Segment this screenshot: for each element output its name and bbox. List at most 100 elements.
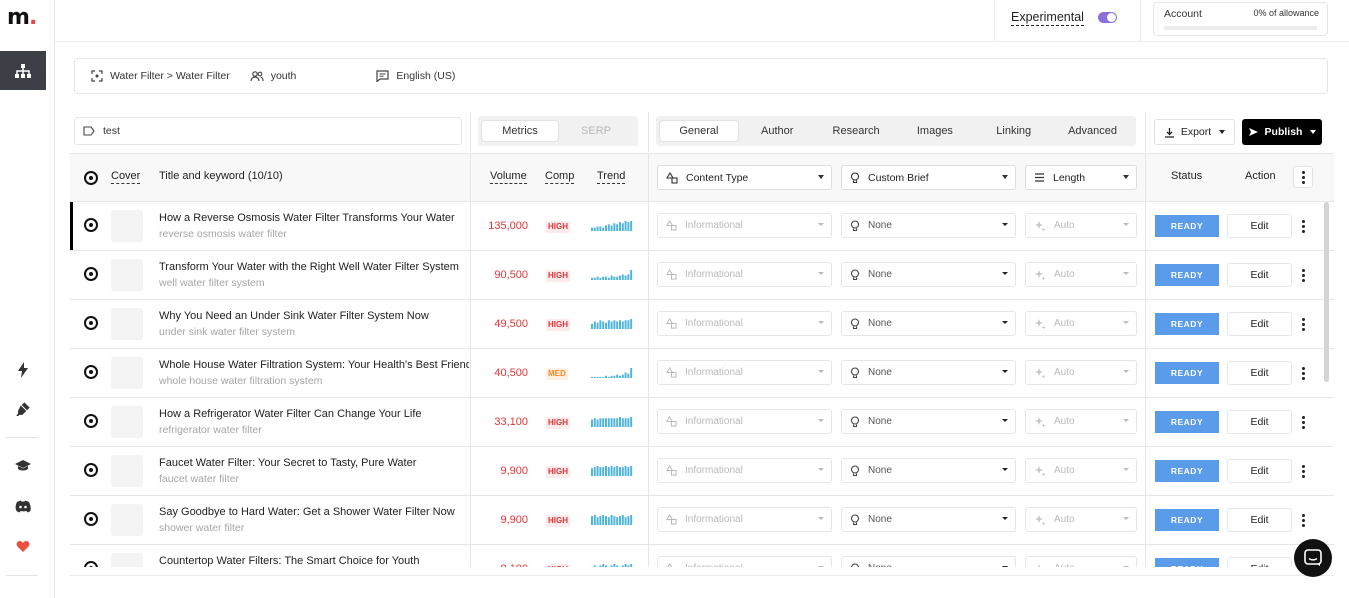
cover-thumbnail[interactable] (111, 210, 143, 242)
row-length-dropdown[interactable]: Auto (1025, 360, 1137, 385)
tag-input[interactable]: test (74, 117, 462, 145)
trend-bar (616, 466, 619, 476)
row-content-type-dropdown[interactable]: Informational (657, 311, 832, 336)
audience-info[interactable]: youth (250, 70, 357, 82)
row-more-menu[interactable] (1293, 460, 1313, 482)
row-more-menu[interactable] (1293, 313, 1313, 335)
custom-brief-dropdown[interactable]: Custom Brief (841, 165, 1016, 190)
app-logo[interactable]: m. (7, 5, 37, 30)
edit-button[interactable]: Edit (1227, 214, 1292, 238)
length-dropdown[interactable]: Length (1025, 165, 1137, 190)
cover-thumbnail[interactable] (111, 406, 143, 438)
row-content-type-dropdown[interactable]: Informational (657, 262, 832, 287)
edit-button[interactable]: Edit (1227, 557, 1292, 567)
chat-launcher-button[interactable] (1294, 539, 1332, 577)
language-info[interactable]: English (US) (376, 70, 455, 82)
row-brief-dropdown[interactable]: None (841, 507, 1016, 532)
row-brief-dropdown[interactable]: None (841, 409, 1016, 434)
row-select-radio[interactable] (84, 463, 98, 477)
article-title[interactable]: Countertop Water Filters: The Smart Choi… (159, 555, 469, 567)
article-title[interactable]: Faucet Water Filter: Your Secret to Tast… (159, 457, 469, 469)
experimental-toggle[interactable] (1098, 12, 1117, 23)
article-title[interactable]: Say Goodbye to Hard Water: Get a Shower … (159, 506, 469, 518)
sidebar-item-lightning[interactable] (13, 360, 33, 380)
row-select-radio[interactable] (84, 365, 98, 379)
tab-images[interactable]: Images (895, 121, 974, 141)
cover-thumbnail[interactable] (111, 357, 143, 389)
row-brief-dropdown[interactable]: None (841, 311, 1016, 336)
row-length-dropdown[interactable]: Auto (1025, 409, 1137, 434)
article-title[interactable]: Whole House Water Filtration System: You… (159, 359, 469, 371)
header-title: Title and keyword (10/10) (159, 170, 283, 182)
sidebar-item-academy[interactable] (13, 456, 33, 476)
article-title[interactable]: How a Refrigerator Water Filter Can Chan… (159, 408, 469, 420)
tab-linking[interactable]: Linking (974, 121, 1053, 141)
tab-advanced[interactable]: Advanced (1053, 121, 1132, 141)
header-volume[interactable]: Volume (490, 170, 527, 184)
row-length-dropdown[interactable]: Auto (1025, 213, 1137, 238)
row-select-radio[interactable] (84, 218, 98, 232)
row-content-type-dropdown[interactable]: Informational (657, 507, 832, 532)
topic-info[interactable]: Water Filter > Water Filter (91, 70, 230, 82)
publish-button[interactable]: Publish (1242, 119, 1322, 145)
edit-button[interactable]: Edit (1227, 361, 1292, 385)
row-length-dropdown[interactable]: Auto (1025, 311, 1137, 336)
tab-serp[interactable]: SERP (558, 121, 634, 141)
row-brief-dropdown[interactable]: None (841, 458, 1016, 483)
row-select-radio[interactable] (84, 414, 98, 428)
sidebar-item-integrations[interactable] (13, 399, 33, 419)
table-scrollbar[interactable] (1324, 202, 1329, 382)
row-content-type-dropdown[interactable]: Informational (657, 409, 832, 434)
article-title[interactable]: How a Reverse Osmosis Water Filter Trans… (159, 212, 469, 224)
row-select-radio[interactable] (84, 267, 98, 281)
row-length-dropdown[interactable]: Auto (1025, 507, 1137, 532)
row-length-dropdown[interactable]: Auto (1025, 262, 1137, 287)
cover-thumbnail[interactable] (111, 553, 143, 567)
tab-author[interactable]: Author (738, 121, 817, 141)
row-brief-dropdown[interactable]: None (841, 262, 1016, 287)
edit-button[interactable]: Edit (1227, 508, 1292, 532)
row-more-menu[interactable] (1293, 264, 1313, 286)
header-comp[interactable]: Comp (545, 170, 575, 184)
sidebar-item-favorites[interactable] (13, 536, 33, 556)
trend-bar (602, 418, 605, 427)
article-title[interactable]: Transform Your Water with the Right Well… (159, 261, 469, 273)
content-type-dropdown[interactable]: Content Type (657, 165, 832, 190)
row-select-radio[interactable] (84, 561, 98, 567)
row-content-type-dropdown[interactable]: Informational (657, 213, 832, 238)
edit-button[interactable]: Edit (1227, 410, 1292, 434)
edit-button[interactable]: Edit (1227, 312, 1292, 336)
row-more-menu[interactable] (1293, 509, 1313, 531)
row-content-type-dropdown[interactable]: Informational (657, 458, 832, 483)
edit-button[interactable]: Edit (1227, 459, 1292, 483)
row-content-type-dropdown[interactable]: Informational (657, 556, 832, 567)
edit-button[interactable]: Edit (1227, 263, 1292, 287)
row-more-menu[interactable] (1293, 411, 1313, 433)
row-length-dropdown[interactable]: Auto (1025, 458, 1137, 483)
cover-thumbnail[interactable] (111, 259, 143, 291)
cover-thumbnail[interactable] (111, 308, 143, 340)
cover-thumbnail[interactable] (111, 455, 143, 487)
account-panel[interactable]: Account 0% of allowance (1153, 2, 1328, 36)
article-title[interactable]: Why You Need an Under Sink Water Filter … (159, 310, 469, 322)
header-trend[interactable]: Trend (597, 170, 626, 184)
row-select-radio[interactable] (84, 316, 98, 330)
row-length-dropdown[interactable]: Auto (1025, 556, 1137, 567)
tab-general[interactable]: General (660, 121, 738, 141)
row-brief-dropdown[interactable]: None (841, 556, 1016, 567)
tab-research[interactable]: Research (817, 121, 896, 141)
sidebar-item-discord[interactable] (13, 497, 33, 517)
tab-metrics[interactable]: Metrics (482, 121, 558, 141)
export-button[interactable]: Export (1154, 119, 1235, 145)
cover-thumbnail[interactable] (111, 504, 143, 536)
row-more-menu[interactable] (1293, 362, 1313, 384)
header-cover[interactable]: Cover (111, 170, 141, 184)
sidebar-item-content-plans[interactable] (0, 51, 46, 90)
select-all-radio[interactable] (84, 171, 98, 185)
row-select-radio[interactable] (84, 512, 98, 526)
row-more-menu[interactable] (1293, 215, 1313, 237)
row-content-type-dropdown[interactable]: Informational (657, 360, 832, 385)
row-brief-dropdown[interactable]: None (841, 360, 1016, 385)
row-brief-dropdown[interactable]: None (841, 213, 1016, 238)
header-more-menu[interactable] (1293, 166, 1313, 188)
